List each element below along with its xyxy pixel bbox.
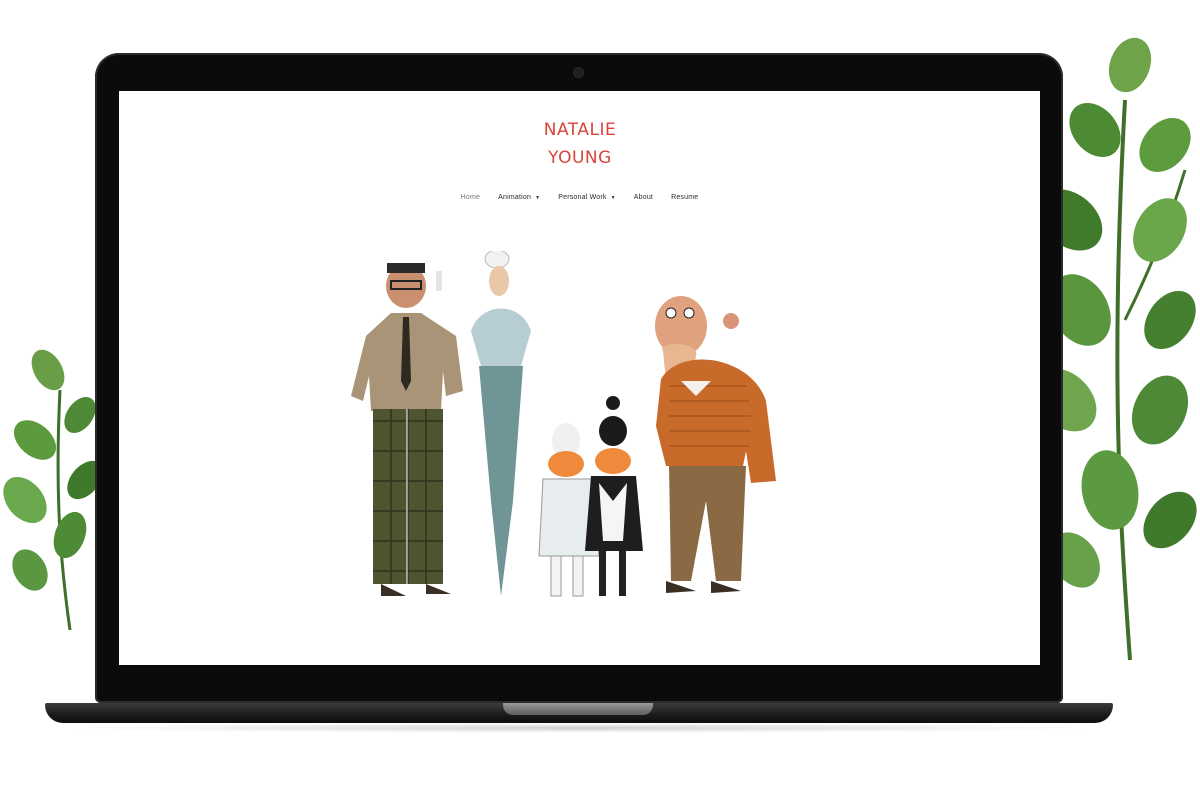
nav-personal-work[interactable]: Personal Work ▼ xyxy=(558,194,616,201)
browser-screen: NATALIE YOUNG Home Animation ▼ Personal … xyxy=(119,91,1040,665)
chevron-down-icon: ▼ xyxy=(535,194,541,201)
nav-personal-work-label: Personal Work xyxy=(558,194,607,201)
camera-icon xyxy=(574,68,583,77)
laptop-notch xyxy=(503,703,653,715)
nav-animation-label: Animation xyxy=(498,194,532,201)
nav-animation[interactable]: Animation ▼ xyxy=(498,194,540,201)
site-logo[interactable]: NATALIE YOUNG xyxy=(119,105,1040,175)
nav-about-label: About xyxy=(633,194,654,201)
nav-about[interactable]: About xyxy=(634,194,653,201)
main-nav: Home Animation ▼ Personal Work ▼ About R… xyxy=(119,194,1040,201)
nav-resume-label: Resume xyxy=(671,194,699,201)
laptop-shadow xyxy=(60,723,1100,733)
logo-line1: NATALIE xyxy=(543,120,615,140)
nav-home-label: Home xyxy=(460,194,481,201)
character-tall-woman xyxy=(471,251,531,596)
character-big-man xyxy=(655,296,776,593)
character-girl-black xyxy=(585,396,643,596)
chevron-down-icon: ▼ xyxy=(610,194,616,201)
nav-resume[interactable]: Resume xyxy=(671,194,698,201)
character-man-pipe xyxy=(351,263,463,596)
hero-illustration xyxy=(351,251,776,597)
logo-line2: YOUNG xyxy=(547,148,612,168)
plant-left-decoration xyxy=(3,349,103,630)
logo-wordmark: NATALIE YOUNG xyxy=(543,120,615,168)
nav-home[interactable]: Home xyxy=(461,194,480,201)
